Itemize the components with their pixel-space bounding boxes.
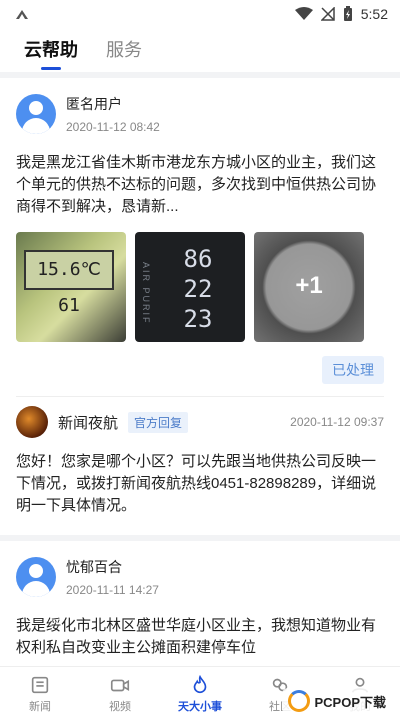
wifi-icon (294, 7, 313, 20)
section-divider (0, 535, 400, 541)
more-images-count: +1 (295, 272, 323, 299)
air-purifier-display: 86 22 23 (183, 245, 213, 333)
air-purifier-label: AIR PURIF (141, 262, 151, 325)
bottom-tab-video[interactable]: 视频 (80, 667, 160, 720)
newspaper-icon (31, 676, 49, 693)
reply-time: 2020-11-12 09:37 (290, 415, 384, 429)
post-username[interactable]: 匿名用户 (66, 94, 160, 114)
no-signal-icon (320, 7, 335, 21)
top-tabs: 云帮助 服务 (0, 28, 400, 72)
pcpop-logo-icon (288, 690, 311, 712)
video-camera-icon (110, 679, 130, 691)
watermark-text: PCPOP下载 (314, 694, 386, 710)
section-divider (0, 72, 400, 78)
watermark: PCPOP下载 (282, 688, 392, 714)
post-image-hygrometer[interactable]: +1 (254, 232, 364, 342)
tab-cloud-help[interactable]: 云帮助 (24, 36, 78, 72)
post-time: 2020-11-12 08:42 (66, 120, 160, 134)
battery-charging-icon (343, 6, 352, 21)
reply-avatar[interactable] (16, 406, 48, 438)
post-image-thermometer[interactable]: 15.6℃ 61 (16, 232, 126, 342)
post-username[interactable]: 忧郁百合 (66, 557, 159, 577)
app-notification-icon (16, 10, 28, 19)
tab-service[interactable]: 服务 (106, 36, 142, 72)
avatar[interactable] (16, 557, 56, 597)
avatar[interactable] (16, 94, 56, 134)
thermometer-display: 15.6℃ 61 (24, 250, 114, 316)
status-bar: 5:52 (0, 0, 400, 28)
post-time: 2020-11-11 14:27 (66, 583, 159, 597)
post-card[interactable]: 忧郁百合 2020-11-11 14:27 我是绥化市北林区盛世华庭小区业主，我… (0, 551, 400, 659)
reply-name[interactable]: 新闻夜航 (58, 412, 118, 433)
post-image-air-purifier[interactable]: AIR PURIF 86 22 23 (135, 232, 245, 342)
bottom-tab-label: 天大小事 (178, 700, 222, 713)
post-header: 匿名用户 2020-11-12 08:42 (16, 88, 384, 140)
post-text[interactable]: 我是黑龙江省佳木斯市港龙东方城小区的业主，我们这个单元的供热不达标的问题，多次找… (16, 152, 384, 218)
post-text[interactable]: 我是绥化市北林区盛世华庭小区业主，我想知道物业有权利私自改变业主公摊面积建停车位 (16, 615, 384, 659)
official-reply-badge: 官方回复 (128, 411, 189, 433)
reply-text: 您好！您家是哪个小区？可以先跟当地供热公司反映一下情况，或拨打新闻夜航热线045… (16, 453, 377, 514)
bottom-tab-label: 新闻 (29, 700, 51, 713)
status-badge: 已处理 (322, 356, 384, 384)
official-reply[interactable]: 新闻夜航 官方回复 2020-11-12 09:37 您好！您家是哪个小区？可以… (0, 397, 400, 517)
bottom-tab-daily-matters[interactable]: 天大小事 (160, 667, 240, 720)
flame-icon (193, 674, 207, 693)
bottom-tab-news[interactable]: 新闻 (0, 667, 80, 720)
reply-header: 新闻夜航 官方回复 2020-11-12 09:37 (16, 397, 384, 447)
bottom-tab-label: 视频 (109, 700, 131, 713)
post-images: 15.6℃ 61 AIR PURIF 86 22 23 +1 (16, 232, 384, 342)
clock-time: 5:52 (360, 6, 388, 22)
post-header: 忧郁百合 2020-11-11 14:27 (16, 551, 384, 603)
post-card[interactable]: 匿名用户 2020-11-12 08:42 我是黑龙江省佳木斯市港龙东方城小区的… (0, 88, 400, 397)
